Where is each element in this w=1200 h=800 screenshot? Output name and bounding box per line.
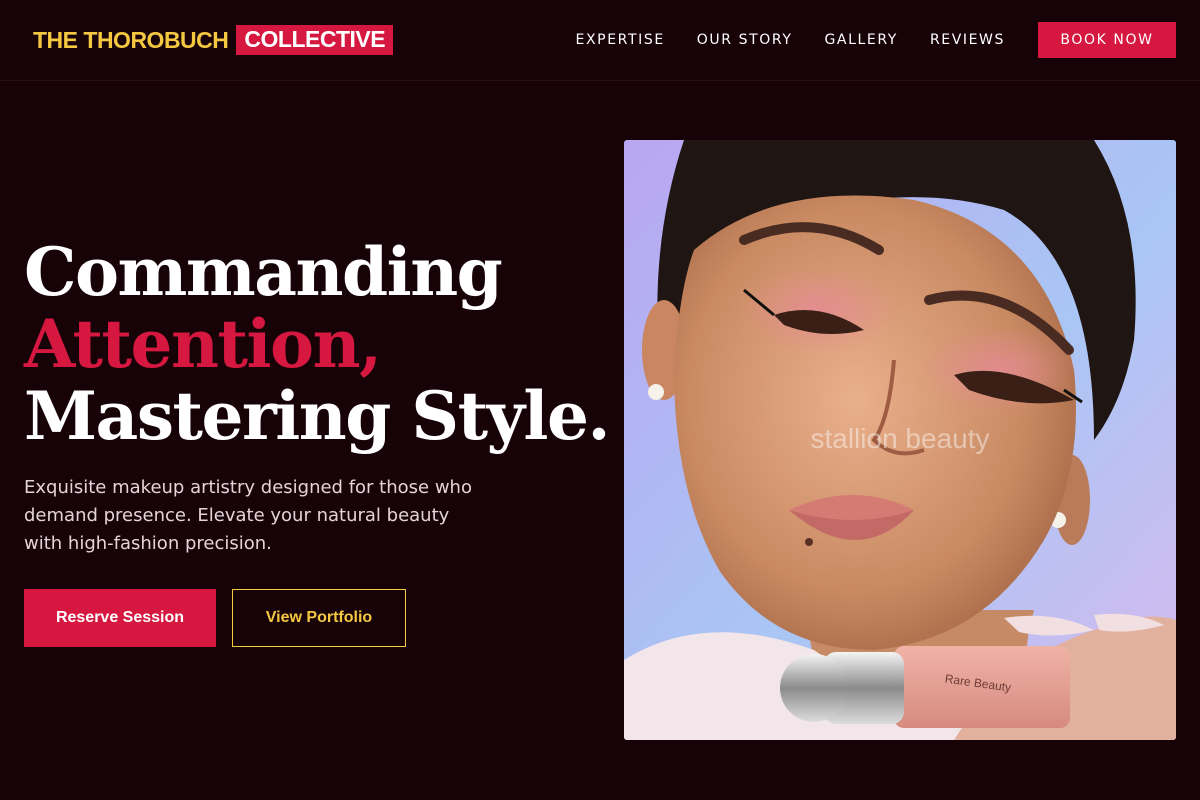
site-header: THE THOROBUCH COLLECTIVE EXPERTISE OUR S… [0,0,1200,81]
headline-line-3: Mastering Style. [24,377,610,455]
earring-left-icon [648,384,664,400]
brand-name-accent: COLLECTIVE [236,25,394,55]
brand-name: THE THOROBUCH [33,26,229,53]
main-nav: EXPERTISE OUR STORY GALLERY REVIEWS BOOK… [576,22,1176,58]
book-now-button[interactable]: BOOK NOW [1038,22,1176,58]
nav-link-our-story[interactable]: OUR STORY [697,32,793,48]
hero-headline: Commanding Attention, Mastering Style. [24,233,610,455]
nav-link-reviews[interactable]: REVIEWS [930,32,1005,48]
nav-link-gallery[interactable]: GALLERY [824,32,897,48]
headline-line-2: Attention, [24,305,382,383]
photo-watermark: stallion beauty [810,423,990,454]
brand-logo[interactable]: THE THOROBUCH COLLECTIVE [33,25,394,55]
hero-subtitle: Exquisite makeup artistry designed for t… [24,477,472,554]
hero-photo: Rare Beauty stallion beauty [624,140,1176,740]
nav-link-expertise[interactable]: EXPERTISE [576,32,665,48]
view-portfolio-button[interactable]: View Portfolio [232,589,406,647]
headline-line-1: Commanding [24,233,503,311]
reserve-session-button[interactable]: Reserve Session [24,589,216,647]
